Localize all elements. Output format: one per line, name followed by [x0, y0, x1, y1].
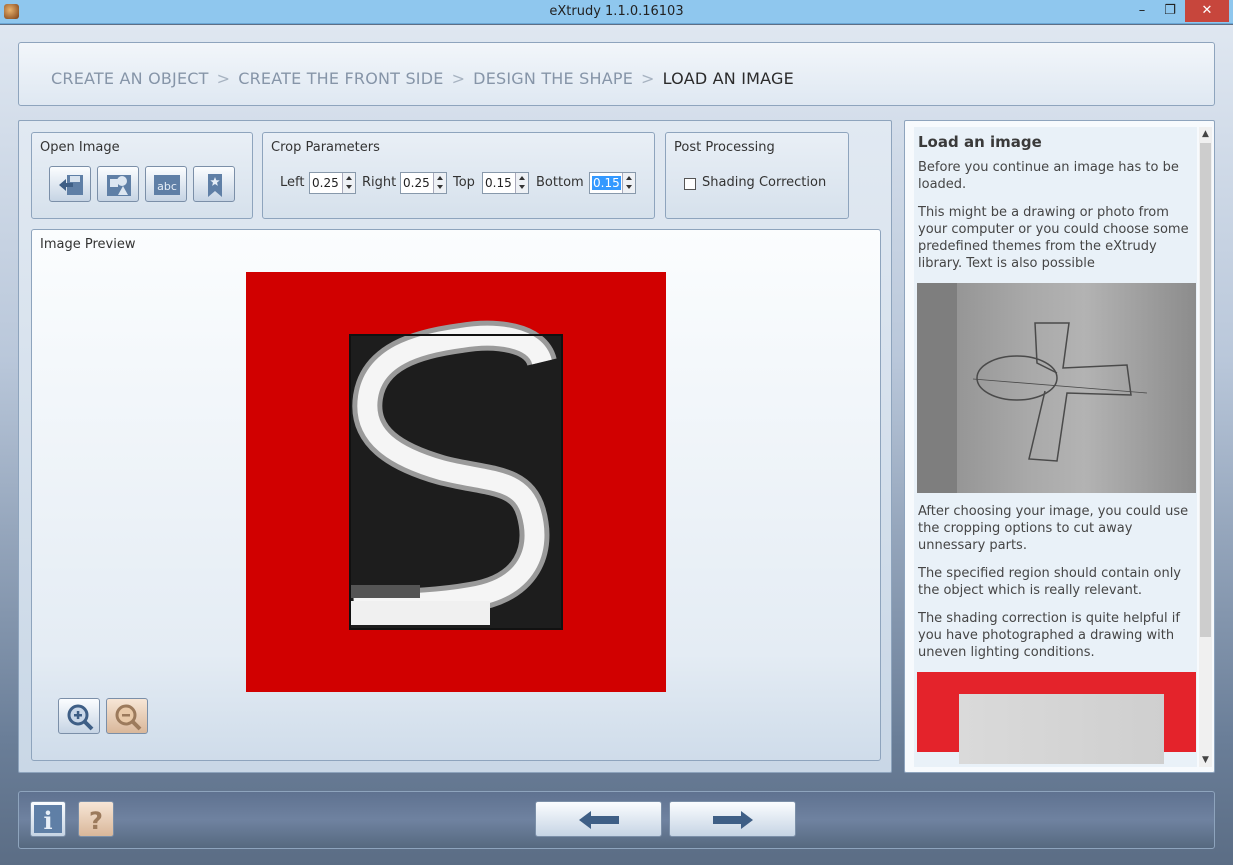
svg-text:abc: abc	[157, 180, 177, 193]
spinner-arrows-icon[interactable]	[342, 173, 355, 193]
window-title: eXtrudy 1.1.0.16103	[549, 4, 684, 19]
shading-correction-checkbox[interactable]	[684, 178, 696, 190]
breadcrumb-step-create-object[interactable]: CREATE AN OBJECT	[51, 69, 209, 88]
help-paragraph-3: After choosing your image, you could use…	[918, 504, 1189, 553]
breadcrumb-step-design-shape[interactable]: DESIGN THE SHAPE	[473, 69, 633, 88]
crop-left-value[interactable]: 0.25	[312, 176, 339, 190]
main-area: CREATE AN OBJECT > CREATE THE FRONT SIDE > D…	[0, 25, 1233, 865]
crop-bottom-value[interactable]: 0.15	[592, 176, 621, 190]
library-button[interactable]	[193, 166, 235, 202]
ankh-drawing-photo	[917, 283, 1196, 493]
maximize-button[interactable]: ❐	[1156, 0, 1184, 22]
minimize-button[interactable]: –	[1128, 0, 1156, 22]
spinner-arrows-icon[interactable]	[433, 173, 446, 193]
zoom-out-button[interactable]	[106, 698, 148, 734]
shading-correction-label[interactable]: Shading Correction	[702, 175, 826, 190]
preview-canvas[interactable]	[246, 272, 666, 692]
cropped-region	[959, 694, 1164, 764]
help-panel: Load an image Before you continue an ima…	[904, 120, 1215, 773]
info-label: i	[43, 806, 52, 835]
crop-right-value[interactable]: 0.25	[403, 176, 430, 190]
breadcrumb-bar: CREATE AN OBJECT > CREATE THE FRONT SIDE > D…	[18, 42, 1215, 106]
breadcrumb-separator: >	[641, 69, 655, 88]
breadcrumb-step-load-image: LOAD AN IMAGE	[662, 69, 794, 88]
scroll-down-icon[interactable]: ▼	[1199, 753, 1212, 767]
window-titlebar[interactable]: eXtrudy 1.1.0.16103 – ❐ ✕	[0, 0, 1233, 24]
crop-top-spinner[interactable]: 0.15	[482, 172, 529, 194]
crop-bottom-spinner[interactable]: 0.15	[589, 172, 636, 194]
breadcrumb-step-front-side[interactable]: CREATE THE FRONT SIDE	[238, 69, 443, 88]
scrollbar-thumb[interactable]	[1200, 143, 1211, 637]
spinner-arrows-icon[interactable]	[515, 173, 528, 193]
help-paragraph-5: The shading correction is quite helpful …	[918, 611, 1180, 660]
close-button[interactable]: ✕	[1185, 0, 1229, 22]
cropped-ankh-photo	[917, 672, 1196, 764]
help-heading: Load an image	[918, 133, 1042, 151]
text-button[interactable]: abc	[145, 166, 187, 202]
image-preview-panel: Image Preview	[31, 229, 881, 761]
open-image-title: Open Image	[40, 140, 120, 155]
predefined-shapes-button[interactable]	[97, 166, 139, 202]
back-button[interactable]	[535, 801, 662, 837]
help-icon: ?	[89, 807, 103, 835]
breadcrumb-separator: >	[451, 69, 466, 88]
crop-top-label: Top	[453, 175, 475, 190]
spinner-arrows-icon[interactable]	[622, 173, 635, 193]
open-file-button[interactable]	[49, 166, 91, 202]
shapes-icon	[107, 175, 131, 196]
bookmark-star-icon	[208, 174, 222, 197]
open-image-group: Open Image abc	[31, 132, 253, 219]
crop-right-spinner[interactable]: 0.25	[400, 172, 447, 194]
crop-top-value[interactable]: 0.15	[485, 176, 512, 190]
help-paragraph-4: The specified region should contain only…	[918, 566, 1181, 598]
help-button[interactable]: ?	[78, 801, 114, 837]
crop-left-label: Left	[280, 175, 305, 190]
post-processing-title: Post Processing	[674, 140, 775, 155]
crop-bottom-label: Bottom	[536, 175, 584, 190]
help-content: Load an image Before you continue an ima…	[914, 127, 1197, 767]
arrow-left-icon	[579, 811, 619, 829]
bottom-toolbar: i ?	[18, 791, 1215, 849]
crop-parameters-group: Crop Parameters Left 0.25 Right 0.25 Top…	[262, 132, 655, 219]
help-scrollbar[interactable]: ▲ ▼	[1199, 127, 1212, 767]
zoom-in-icon	[67, 704, 94, 731]
arrow-right-icon	[713, 811, 753, 829]
crop-parameters-title: Crop Parameters	[271, 140, 380, 155]
breadcrumb-separator: >	[216, 69, 231, 88]
help-paragraph-2: This might be a drawing or photo from yo…	[918, 205, 1189, 271]
text-abc-icon: abc	[154, 175, 180, 195]
help-paragraph-1: Before you continue an image has to be l…	[918, 160, 1179, 192]
post-processing-group: Post Processing Shading Correction	[665, 132, 849, 219]
breadcrumb: CREATE AN OBJECT > CREATE THE FRONT SIDE > D…	[51, 69, 794, 88]
open-file-icon	[59, 175, 83, 195]
image-preview-title: Image Preview	[40, 237, 136, 252]
help-label: ?	[89, 807, 103, 835]
editor-panel: Open Image abc Crop Parameters Left 0.25…	[18, 120, 892, 773]
crop-right-label: Right	[362, 175, 397, 190]
crop-left-spinner[interactable]: 0.25	[309, 172, 356, 194]
zoom-out-icon	[115, 704, 142, 731]
scroll-up-icon[interactable]: ▲	[1199, 127, 1212, 141]
ankh-sketch-image	[917, 283, 1148, 493]
zoom-in-button[interactable]	[58, 698, 100, 734]
info-icon: i	[34, 805, 62, 835]
next-button[interactable]	[669, 801, 796, 837]
pixelated-letter-s-image	[349, 320, 563, 630]
info-button[interactable]: i	[30, 801, 66, 837]
